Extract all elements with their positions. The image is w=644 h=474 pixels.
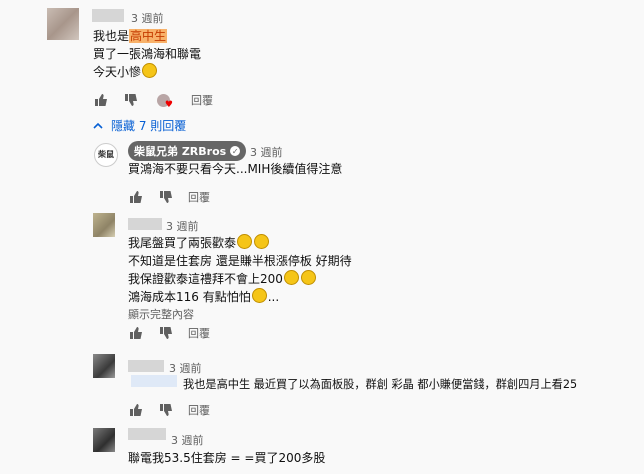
thumbs-down-icon[interactable] (158, 189, 174, 205)
avatar[interactable] (93, 428, 115, 452)
comment-actions: 回覆 (128, 325, 210, 341)
comment-timestamp[interactable]: 3 週前 (169, 360, 202, 376)
comment-line: 不知道是住套房 還是賺半根漲停板 好期待 (128, 254, 352, 268)
comment-text: 我尾盤買了兩張歡泰 不知道是住套房 還是賺半根漲停板 好期待 我保證歡泰這禮拜不… (128, 234, 352, 304)
comment-timestamp[interactable]: 3 週前 (250, 144, 283, 160)
comment-line: 我也是高中生 最近買了以為面板股，群創 彩晶 都小賺便當錢，群創四月上看25 (183, 378, 578, 391)
emoji-icon (142, 63, 158, 78)
thumbs-down-icon[interactable] (123, 92, 139, 108)
scared-emoji-icon (251, 288, 267, 303)
hide-replies-button[interactable]: 隱藏 7 則回覆 (93, 117, 186, 134)
reply-button[interactable]: 回覆 (188, 189, 210, 205)
thumbs-up-icon[interactable] (128, 402, 144, 418)
hide-replies-label: 隱藏 7 則回覆 (111, 119, 187, 133)
comment-line: 鴻海成本116 有點怕怕 (128, 290, 251, 304)
comment-actions: 回覆 (128, 402, 210, 418)
creator-heart-icon[interactable]: ♥ (153, 92, 173, 110)
author-name: 柴鼠兄弟 ZRBros (134, 145, 227, 158)
comment-line: 買鴻海不要只看今天...MIH後續值得注意 (128, 162, 343, 176)
highlighted-text: 高中生 (129, 29, 168, 43)
thumbs-down-icon[interactable] (158, 402, 174, 418)
comment-line: 我尾盤買了兩張歡泰 (128, 236, 237, 250)
thumbs-up-icon[interactable] (128, 189, 144, 205)
thumbs-down-icon[interactable] (158, 325, 174, 341)
grin-emoji-icon (237, 234, 253, 249)
reply-button[interactable]: 回覆 (188, 402, 210, 418)
avatar[interactable] (93, 354, 115, 378)
thumbs-up-icon[interactable] (128, 325, 144, 341)
comment-actions: ♥ 回覆 (93, 92, 213, 110)
grin-emoji-icon (254, 234, 270, 249)
reply-mention-redacted[interactable] (131, 375, 177, 387)
chevron-up-icon (93, 122, 103, 129)
avatar[interactable] (93, 213, 115, 237)
comment-timestamp[interactable]: 3 週前 (171, 432, 204, 448)
username-redacted[interactable] (128, 360, 164, 372)
username-redacted[interactable] (128, 428, 166, 440)
grin-emoji-icon (300, 270, 316, 285)
username-redacted[interactable] (92, 9, 124, 22)
comment-line: 聯電我53.5住套房 = =買了200多股 (128, 451, 326, 465)
comment-line: 我也是 (93, 29, 130, 43)
comment-line: 我保證歡泰這禮拜不會上200 (128, 272, 283, 286)
comment-timestamp[interactable]: 3 週前 (166, 218, 199, 234)
channel-avatar[interactable]: 柴鼠 (94, 143, 118, 167)
comment-actions: 回覆 (128, 189, 210, 205)
comment-text: 我也是高中生 買了一張鴻海和聯電 今天小慘 (93, 27, 201, 81)
reply-button[interactable]: 回覆 (188, 325, 210, 341)
grin-emoji-icon (283, 270, 299, 285)
username-redacted[interactable] (128, 218, 162, 230)
reply-button[interactable]: 回覆 (191, 92, 213, 108)
show-full-button[interactable]: 顯示完整內容 (128, 306, 194, 322)
comment-line: 買了一張鴻海和聯電 (93, 47, 202, 61)
verified-check-icon: ✓ (230, 146, 241, 156)
comment-timestamp[interactable]: 3 週前 (131, 10, 164, 26)
avatar[interactable] (47, 8, 79, 40)
thumbs-up-icon[interactable] (93, 92, 109, 108)
channel-author-chip[interactable]: 柴鼠兄弟 ZRBros ✓ (128, 141, 247, 161)
comment-line: 今天小慘 (93, 65, 142, 79)
